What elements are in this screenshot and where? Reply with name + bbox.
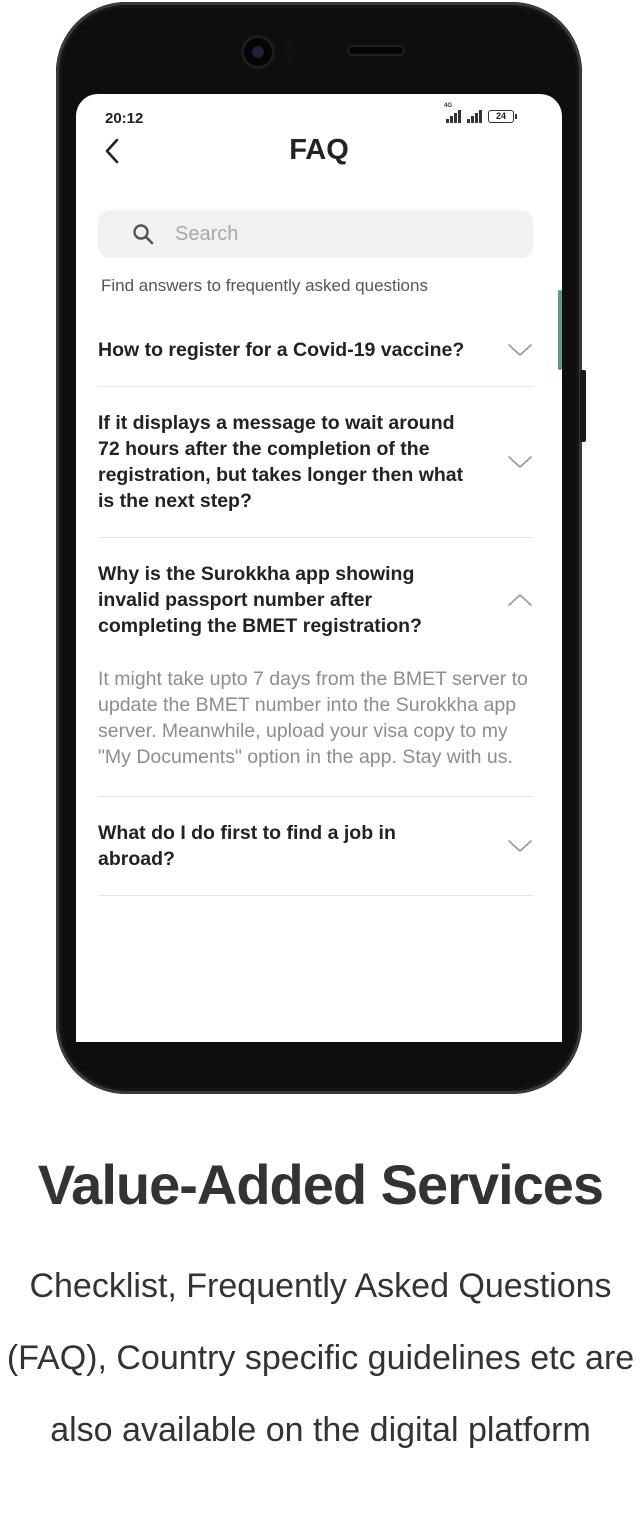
- faq-question-row[interactable]: What do I do first to find a job in abro…: [98, 797, 533, 895]
- status-time: 20:12: [105, 110, 144, 127]
- faq-item-expanded[interactable]: Why is the Surokkha app showing invalid …: [98, 538, 533, 797]
- faq-item[interactable]: How to register for a Covid-19 vaccine?: [98, 314, 533, 387]
- faq-question: If it displays a message to wait around …: [98, 412, 464, 512]
- search-bar[interactable]: [98, 210, 533, 258]
- search-icon: [131, 222, 155, 246]
- faq-question-row[interactable]: Why is the Surokkha app showing invalid …: [98, 538, 533, 662]
- faq-question: Why is the Surokkha app showing invalid …: [98, 563, 422, 637]
- scroll-indicator: [558, 290, 562, 370]
- status-icons: 4G 24: [444, 103, 517, 123]
- battery-level: 24: [495, 111, 506, 121]
- faq-question-row[interactable]: If it displays a message to wait around …: [98, 387, 533, 537]
- network-type-label: 4G: [444, 103, 453, 109]
- faq-question: What do I do first to find a job in abro…: [98, 822, 396, 870]
- battery-icon: 24: [488, 110, 517, 123]
- sensor-icon: [284, 42, 296, 64]
- promo-description: Checklist, Frequently Asked Questions (F…: [6, 1267, 635, 1449]
- app-screen: 20:12 4G 24 FAQ Find answers to frequent…: [76, 94, 562, 1042]
- search-input[interactable]: [173, 221, 497, 247]
- page-title: FAQ: [289, 134, 349, 166]
- chevron-down-icon: [508, 456, 532, 468]
- front-camera-icon: [241, 35, 275, 69]
- signal-icon: [467, 110, 482, 123]
- faq-subtitle: Find answers to frequently asked questio…: [101, 276, 428, 295]
- power-button: [580, 370, 586, 442]
- earpiece-speaker: [347, 45, 405, 56]
- chevron-up-icon: [508, 594, 532, 606]
- promo-heading: Value-Added Services: [37, 1153, 604, 1216]
- faq-item[interactable]: If it displays a message to wait around …: [98, 387, 533, 538]
- faq-list: How to register for a Covid-19 vaccine? …: [98, 314, 533, 896]
- chevron-down-icon: [508, 840, 532, 852]
- chevron-down-icon: [508, 344, 532, 356]
- faq-item[interactable]: What do I do first to find a job in abro…: [98, 797, 533, 896]
- faq-question: How to register for a Covid-19 vaccine?: [98, 339, 465, 361]
- faq-answer: It might take upto 7 days from the BMET …: [98, 668, 528, 768]
- signal-4g-icon: 4G: [444, 103, 461, 123]
- faq-question-row[interactable]: How to register for a Covid-19 vaccine?: [98, 314, 533, 386]
